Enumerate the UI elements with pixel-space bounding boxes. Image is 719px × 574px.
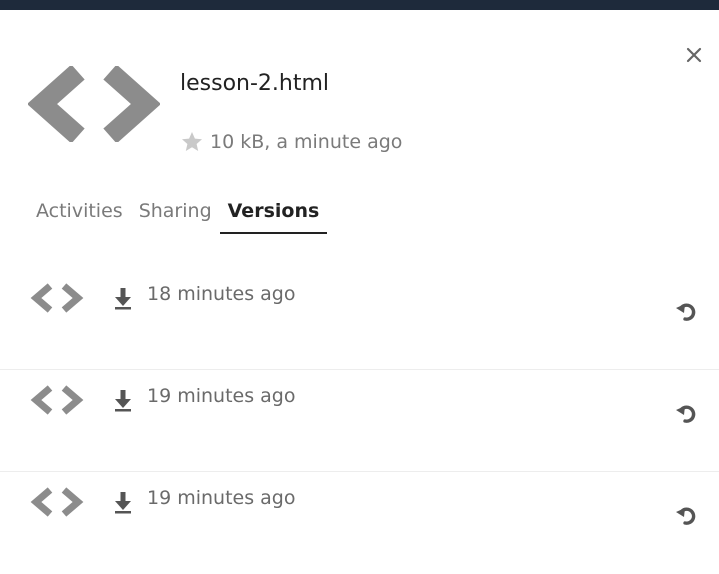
version-time: 19 minutes ago — [147, 487, 296, 509]
version-time: 18 minutes ago — [147, 283, 296, 305]
close-button[interactable] — [683, 44, 705, 66]
star-icon[interactable] — [180, 130, 204, 154]
code-file-icon — [26, 64, 162, 144]
tab-versions[interactable]: Versions — [219, 200, 328, 234]
code-file-icon — [30, 384, 84, 416]
tab-activities[interactable]: Activities — [36, 200, 123, 232]
code-file-icon — [30, 282, 84, 314]
file-meta-text: 10 kB, a minute ago — [210, 131, 403, 153]
download-icon[interactable] — [112, 388, 134, 412]
code-file-icon — [30, 486, 84, 518]
versions-list: 18 minutes ago 19 minutes ago 19 minutes… — [0, 268, 719, 574]
restore-icon[interactable] — [674, 402, 698, 426]
version-time: 19 minutes ago — [147, 385, 296, 407]
tab-sharing[interactable]: Sharing — [139, 200, 212, 232]
tab-bar: Activities Sharing Versions — [36, 200, 343, 244]
download-icon[interactable] — [112, 286, 134, 310]
close-icon — [686, 47, 702, 63]
file-name: lesson-2.html — [180, 71, 330, 96]
version-row[interactable]: 18 minutes ago — [0, 268, 719, 370]
restore-icon[interactable] — [674, 504, 698, 528]
restore-icon[interactable] — [674, 300, 698, 324]
version-row[interactable]: 19 minutes ago — [0, 370, 719, 472]
download-icon[interactable] — [112, 490, 134, 514]
version-row[interactable]: 19 minutes ago — [0, 472, 719, 574]
top-bar — [0, 0, 719, 10]
file-meta: 10 kB, a minute ago — [180, 128, 402, 156]
